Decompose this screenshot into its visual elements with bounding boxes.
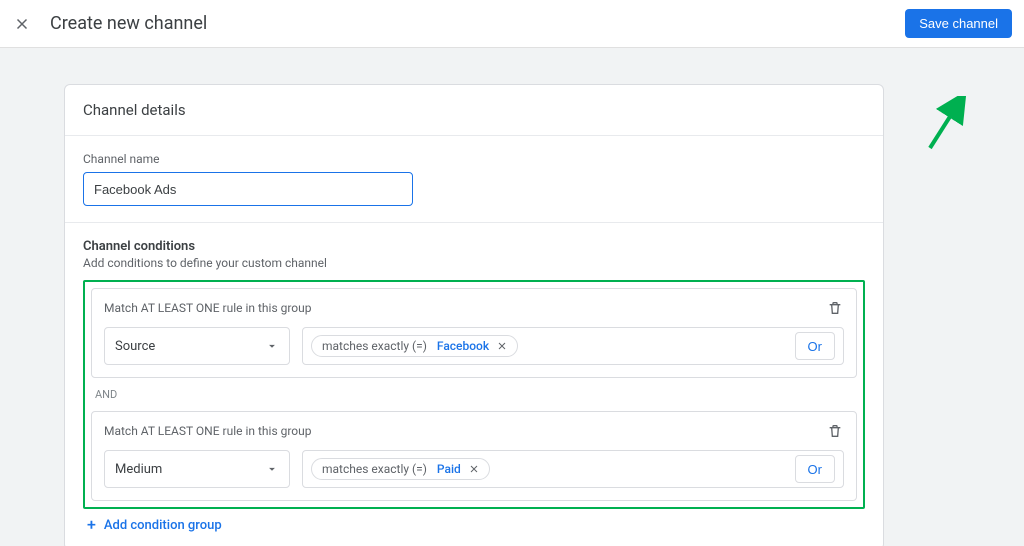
and-connector: AND <box>91 388 857 401</box>
trash-icon[interactable] <box>826 299 844 317</box>
rule-body[interactable]: matches exactly (=) Facebook Or <box>302 327 844 365</box>
save-channel-button[interactable]: Save channel <box>905 9 1012 38</box>
dimension-select[interactable]: Source <box>104 327 290 365</box>
page-body: Channel details Channel name Channel con… <box>0 48 1024 546</box>
or-button[interactable]: Or <box>795 332 835 360</box>
chip-value: Facebook <box>437 339 489 353</box>
annotation-arrow-icon <box>924 96 968 152</box>
rule-row: Medium matches exactly (=) Paid <box>104 450 844 488</box>
details-header: Channel details <box>65 85 883 135</box>
add-condition-group-button[interactable]: + Add condition group <box>83 509 865 533</box>
channel-name-section: Channel name <box>65 136 883 222</box>
channel-name-label: Channel name <box>83 152 865 166</box>
page-title: Create new channel <box>50 13 207 34</box>
dimension-value: Source <box>115 339 155 354</box>
chip-operator: matches exactly (=) <box>322 339 427 353</box>
top-bar: Create new channel Save channel <box>0 0 1024 48</box>
or-button[interactable]: Or <box>795 455 835 483</box>
condition-chip: matches exactly (=) Paid <box>311 458 490 480</box>
channel-card: Channel details Channel name Channel con… <box>64 84 884 546</box>
group-title: Match AT LEAST ONE rule in this group <box>104 424 312 438</box>
group-title: Match AT LEAST ONE rule in this group <box>104 301 312 315</box>
condition-group: Match AT LEAST ONE rule in this group So… <box>91 288 857 378</box>
plus-icon: + <box>87 517 96 533</box>
condition-group: Match AT LEAST ONE rule in this group Me… <box>91 411 857 501</box>
chip-remove-icon[interactable] <box>467 462 481 476</box>
chip-remove-icon[interactable] <box>495 339 509 353</box>
conditions-highlight: Match AT LEAST ONE rule in this group So… <box>83 280 865 509</box>
trash-icon[interactable] <box>826 422 844 440</box>
close-icon[interactable] <box>12 14 32 34</box>
dimension-select[interactable]: Medium <box>104 450 290 488</box>
channel-name-input[interactable] <box>83 172 413 206</box>
add-condition-group-label: Add condition group <box>104 518 222 533</box>
rule-row: Source matches exactly (=) Facebook <box>104 327 844 365</box>
caret-down-icon <box>265 339 279 353</box>
dimension-value: Medium <box>115 462 162 477</box>
details-title: Channel details <box>83 101 865 119</box>
conditions-subtitle: Add conditions to define your custom cha… <box>83 256 865 270</box>
caret-down-icon <box>265 462 279 476</box>
conditions-title: Channel conditions <box>83 239 865 254</box>
chip-value: Paid <box>437 462 461 476</box>
chip-operator: matches exactly (=) <box>322 462 427 476</box>
rule-body[interactable]: matches exactly (=) Paid Or <box>302 450 844 488</box>
condition-chip: matches exactly (=) Facebook <box>311 335 518 357</box>
top-bar-left: Create new channel <box>12 13 207 34</box>
conditions-section: Channel conditions Add conditions to def… <box>65 223 883 546</box>
